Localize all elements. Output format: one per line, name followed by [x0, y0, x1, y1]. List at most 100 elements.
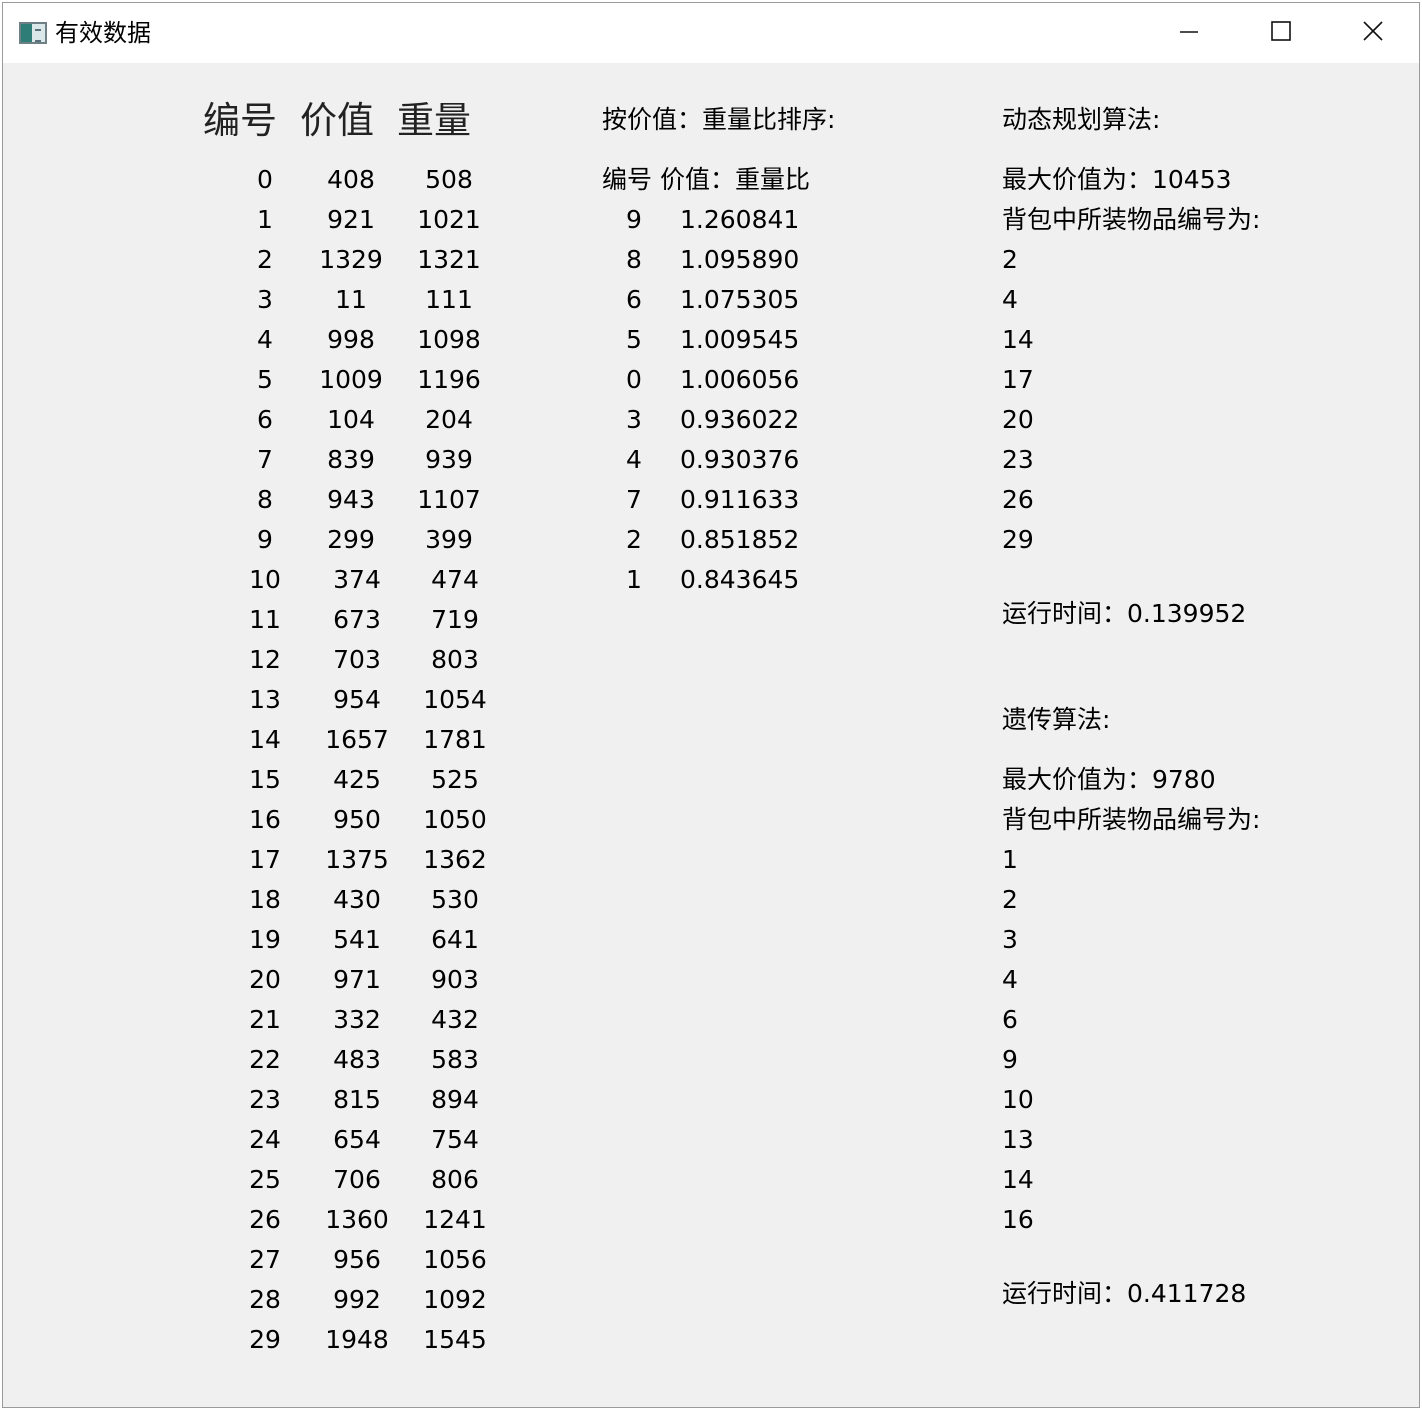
ga-runtime: 运行时间：0.411728 [1002, 1279, 1247, 1308]
cell-value: 430 [333, 885, 381, 914]
cell-weight: 719 [431, 605, 479, 634]
cell-weight: 1362 [423, 845, 487, 874]
ratio-item-value: 1.095890 [680, 245, 800, 274]
list-item: 4 [1002, 285, 1018, 314]
cell-weight: 1781 [423, 725, 487, 754]
app-window: 有效数据 编号 价值 重量 0 408 508 1 921 1021 2 1329 1321 3 1… [2, 2, 1420, 1408]
cell-value: 1375 [325, 845, 389, 874]
close-button[interactable] [1327, 3, 1419, 63]
column-header-id: 编号 [203, 99, 277, 142]
ratio-item-id: 7 [626, 485, 642, 514]
list-item: 4 [1002, 965, 1018, 994]
title-bar[interactable]: 有效数据 [3, 3, 1419, 63]
table-row: 13 954 1054 [3, 685, 1419, 715]
dp-runtime: 运行时间：0.139952 [1002, 599, 1247, 628]
cell-value: 408 [327, 165, 375, 194]
cell-id: 27 [249, 1245, 281, 1274]
list-item: 9 [1002, 1045, 1018, 1074]
dp-max-value: 最大价值为：10453 [1002, 165, 1232, 194]
list-item: 16 [1002, 1205, 1034, 1234]
table-row: 14 1657 1781 [3, 725, 1419, 755]
list-item: 10 [1002, 1085, 1034, 1114]
list-item: 6 1.075305 [3, 285, 1419, 315]
cell-id: 15 [249, 765, 281, 794]
cell-weight: 894 [431, 1085, 479, 1114]
ratio-item-value: 1.006056 [680, 365, 800, 394]
cell-value: 1948 [325, 1325, 389, 1354]
app-window-icon [19, 22, 47, 44]
table-row: 27 956 1056 [3, 1245, 1419, 1275]
table-row: 18 430 530 [3, 885, 1419, 915]
cell-id: 25 [249, 1165, 281, 1194]
cell-id: 14 [249, 725, 281, 754]
list-item: 14 [1002, 1165, 1034, 1194]
cell-weight: 1545 [423, 1325, 487, 1354]
ratio-item-value: 0.911633 [680, 485, 800, 514]
cell-id: 0 [257, 165, 273, 194]
ratio-item-id: 3 [626, 405, 642, 434]
table-row: 22 483 583 [3, 1045, 1419, 1075]
ratio-item-value: 1.009545 [680, 325, 800, 354]
list-item: 23 [1002, 445, 1034, 474]
minimize-button[interactable] [1143, 3, 1235, 63]
cell-id: 24 [249, 1125, 281, 1154]
cell-weight: 1054 [423, 685, 487, 714]
ratio-item-id: 9 [626, 205, 642, 234]
list-item: 20 [1002, 405, 1034, 434]
list-item: 3 0.936022 [3, 405, 1419, 435]
maximize-button[interactable] [1235, 3, 1327, 63]
window-title: 有效数据 [55, 19, 151, 47]
cell-value: 815 [333, 1085, 381, 1114]
ratio-item-id: 0 [626, 365, 642, 394]
cell-value: 954 [333, 685, 381, 714]
minimize-icon [1180, 31, 1198, 33]
cell-weight: 1056 [423, 1245, 487, 1274]
cell-value: 425 [333, 765, 381, 794]
table-row: 12 703 803 [3, 645, 1419, 675]
cell-value: 541 [333, 925, 381, 954]
cell-id: 28 [249, 1285, 281, 1314]
list-item: 3 [1002, 925, 1018, 954]
cell-value: 706 [333, 1165, 381, 1194]
list-item: 1 [1002, 845, 1018, 874]
list-item: 13 [1002, 1125, 1034, 1154]
cell-id: 23 [249, 1085, 281, 1114]
ratio-item-id: 8 [626, 245, 642, 274]
cell-id: 29 [249, 1325, 281, 1354]
close-icon [1363, 21, 1383, 41]
ratio-sort-header: 编号 价值：重量比 [602, 165, 810, 194]
cell-id: 17 [249, 845, 281, 874]
list-item: 2 0.851852 [3, 525, 1419, 555]
table-row: 19 541 641 [3, 925, 1419, 955]
ratio-item-id: 2 [626, 525, 642, 554]
ratio-item-value: 1.075305 [680, 285, 800, 314]
list-item: 8 1.095890 [3, 245, 1419, 275]
cell-weight: 903 [431, 965, 479, 994]
table-row: 21 332 432 [3, 1005, 1419, 1035]
list-item: 2 [1002, 245, 1018, 274]
cell-weight: 1050 [423, 805, 487, 834]
ratio-item-id: 4 [626, 445, 642, 474]
ratio-item-value: 0.843645 [680, 565, 800, 594]
cell-weight: 754 [431, 1125, 479, 1154]
cell-id: 18 [249, 885, 281, 914]
cell-value: 1360 [325, 1205, 389, 1234]
ratio-item-value: 1.260841 [680, 205, 800, 234]
table-row: 24 654 754 [3, 1125, 1419, 1155]
cell-id: 19 [249, 925, 281, 954]
cell-id: 21 [249, 1005, 281, 1034]
ga-max-value: 最大价值为：9780 [1002, 765, 1216, 794]
ratio-sort-title: 按价值：重量比排序: [602, 105, 836, 134]
table-row: 23 815 894 [3, 1085, 1419, 1115]
list-item: 1 0.843645 [3, 565, 1419, 595]
cell-weight: 806 [431, 1165, 479, 1194]
list-item: 7 0.911633 [3, 485, 1419, 515]
cell-value: 654 [333, 1125, 381, 1154]
ga-items-label: 背包中所装物品编号为: [1002, 805, 1261, 834]
cell-value: 332 [333, 1005, 381, 1034]
cell-value: 483 [333, 1045, 381, 1074]
cell-weight: 530 [431, 885, 479, 914]
cell-id: 20 [249, 965, 281, 994]
cell-id: 12 [249, 645, 281, 674]
cell-value: 956 [333, 1245, 381, 1274]
